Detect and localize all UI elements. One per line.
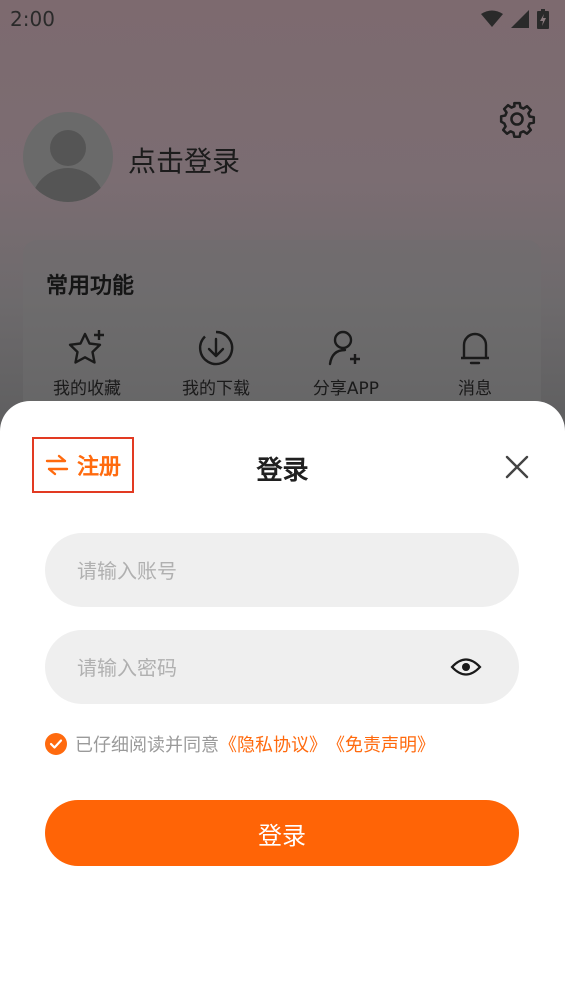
- login-prompt[interactable]: 点击登录: [128, 140, 240, 180]
- eye-icon[interactable]: [450, 656, 482, 678]
- share-app-label: 分享APP: [312, 379, 380, 399]
- avatar-head: [50, 130, 86, 166]
- disclaimer-link[interactable]: 《免责声明》: [327, 731, 435, 757]
- password-input[interactable]: [75, 630, 449, 706]
- signal-icon: [511, 10, 529, 28]
- downloads-label: 我的下载: [182, 379, 250, 399]
- downloads-item[interactable]: 我的下载: [161, 328, 271, 399]
- check-icon: [49, 739, 63, 749]
- download-icon: [198, 330, 234, 366]
- wifi-icon: [481, 10, 503, 27]
- agree-checkbox[interactable]: [45, 733, 67, 755]
- privacy-link[interactable]: 《隐私协议》: [219, 731, 327, 757]
- avatar[interactable]: [23, 112, 113, 202]
- agree-text: 已仔细阅读并同意: [75, 735, 219, 756]
- close-icon[interactable]: [504, 454, 530, 480]
- login-submit-button[interactable]: 登录: [45, 800, 519, 866]
- status-bar: 2:00: [0, 0, 565, 38]
- star-add-icon: [68, 330, 104, 364]
- password-field[interactable]: [45, 630, 519, 706]
- status-time: 2:00: [10, 7, 55, 31]
- account-input[interactable]: [75, 533, 449, 609]
- user-add-icon: [328, 330, 360, 366]
- account-field[interactable]: [45, 533, 519, 609]
- messages-item[interactable]: 消息: [420, 328, 530, 399]
- favorites-label: 我的收藏: [53, 379, 121, 399]
- share-app-item[interactable]: 分享APP: [291, 328, 401, 399]
- favorites-item[interactable]: 我的收藏: [32, 328, 142, 399]
- bell-icon: [461, 332, 489, 365]
- agreement-row: 已仔细阅读并同意 《隐私协议》 《免责声明》: [45, 731, 435, 757]
- settings-gear-icon[interactable]: [498, 100, 536, 138]
- avatar-shoulders: [31, 168, 105, 202]
- status-icons: [481, 9, 549, 29]
- battery-icon: [537, 9, 549, 29]
- sheet-title: 登录: [256, 456, 309, 486]
- common-functions-title: 常用功能: [46, 274, 135, 299]
- messages-label: 消息: [458, 379, 492, 399]
